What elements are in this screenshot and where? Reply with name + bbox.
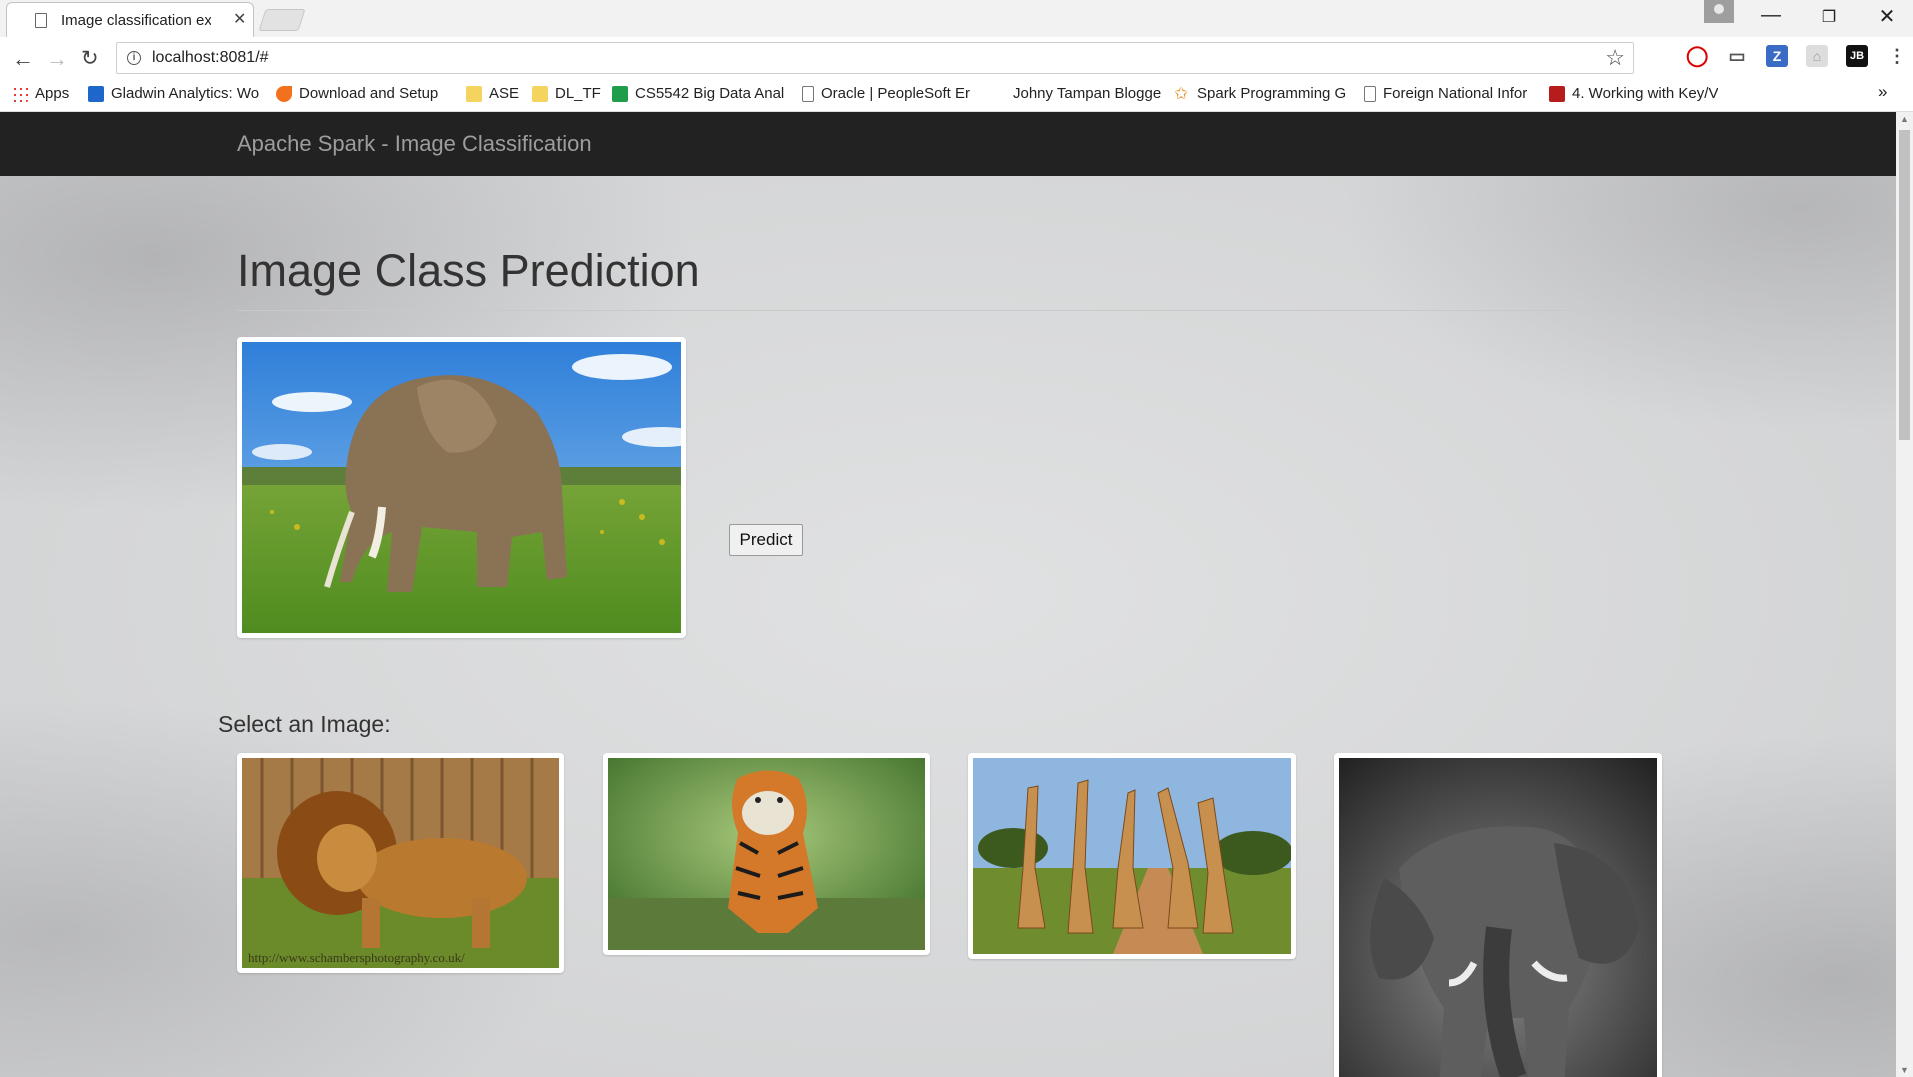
- selected-image-preview: [237, 337, 686, 638]
- profile-avatar-icon[interactable]: [1704, 0, 1734, 23]
- opera-icon[interactable]: ◯: [1686, 45, 1708, 67]
- image-option-elephant[interactable]: [1334, 753, 1662, 1077]
- folder-icon: [532, 85, 548, 102]
- giraffes-photo: [973, 758, 1291, 954]
- info-icon[interactable]: i: [127, 51, 141, 65]
- bookmark-download-setup[interactable]: Download and Setup: [276, 85, 438, 102]
- bookmark-johny[interactable]: Johny Tampan Blogge: [990, 85, 1161, 102]
- cast-icon[interactable]: ▭: [1726, 45, 1748, 67]
- predict-button[interactable]: Predict: [729, 524, 803, 556]
- browser-tab[interactable]: Image classification exam ✕: [6, 2, 254, 37]
- zotero-icon[interactable]: Z: [1766, 45, 1788, 67]
- page-viewport: Apache Spark - Image Classification Imag…: [0, 112, 1896, 1077]
- bookmark-spark-programming[interactable]: ✩ Spark Programming G: [1174, 83, 1346, 103]
- bookmark-gladwin[interactable]: Gladwin Analytics: Wo: [88, 85, 259, 102]
- navbar-brand[interactable]: Apache Spark - Image Classification: [237, 131, 592, 157]
- image-option-lion[interactable]: http://www.schambersphotography.co.uk/: [237, 753, 564, 973]
- spark-logo-icon: [276, 85, 292, 102]
- sheets-icon: [612, 85, 628, 102]
- url-text[interactable]: localhost:8081/#: [152, 49, 269, 67]
- bookmark-oracle[interactable]: Oracle | PeopleSoft Er: [802, 85, 970, 102]
- elephant-photo: [242, 342, 681, 633]
- menu-kebab-icon[interactable]: ⋮: [1886, 45, 1908, 67]
- page-title: Image Class Prediction: [237, 245, 700, 296]
- bookmark-apps[interactable]: Apps: [12, 85, 69, 102]
- bookmarks-overflow-chevron-icon[interactable]: »: [1878, 82, 1887, 102]
- spark-star-icon: ✩: [1174, 83, 1189, 103]
- page-icon: [1364, 85, 1376, 102]
- restore-icon[interactable]: ❐: [1809, 7, 1849, 27]
- or-logo-icon: [1549, 85, 1565, 102]
- scroll-up-arrow-icon[interactable]: ▲: [1900, 114, 1909, 124]
- select-image-label: Select an Image:: [218, 711, 391, 737]
- top-navbar: Apache Spark - Image Classification: [0, 112, 1896, 176]
- tab-title: Image classification exam: [61, 12, 211, 29]
- page-scrollbar[interactable]: ▲ ▼: [1896, 112, 1913, 1077]
- page-icon: [802, 85, 814, 102]
- scroll-down-arrow-icon[interactable]: ▼: [1900, 1065, 1909, 1075]
- scroll-thumb[interactable]: [1899, 130, 1910, 440]
- bookmark-ase[interactable]: ASE: [466, 85, 519, 102]
- back-arrow-icon[interactable]: ←: [12, 46, 34, 72]
- bookmark-cs5542[interactable]: CS5542 Big Data Anal: [612, 85, 784, 102]
- apps-grid-icon: [12, 85, 28, 102]
- bookmark-star-icon[interactable]: ☆: [1605, 45, 1625, 71]
- lion-photo: http://www.schambersphotography.co.uk/: [242, 758, 559, 968]
- image-option-giraffes[interactable]: [968, 753, 1296, 959]
- forward-arrow-icon[interactable]: →: [46, 46, 68, 72]
- new-tab-button[interactable]: [258, 9, 306, 31]
- address-bar[interactable]: i localhost:8081/# ☆: [116, 42, 1634, 74]
- tiger-photo: [608, 758, 925, 950]
- jetbrains-icon[interactable]: JB: [1846, 45, 1868, 67]
- browser-toolbar: ← → ↻ i localhost:8081/# ☆ ◯ ▭ Z ⌂ JB ⋮: [0, 37, 1913, 79]
- title-divider: [237, 310, 1663, 311]
- bookmark-working-key[interactable]: 4. Working with Key/V: [1549, 85, 1718, 102]
- minimize-icon[interactable]: —: [1751, 4, 1791, 27]
- reload-icon[interactable]: ↻: [81, 46, 99, 71]
- close-tab-icon[interactable]: ✕: [233, 9, 246, 29]
- bookmark-dl-tf[interactable]: DL_TF: [532, 85, 601, 102]
- lion-photo-watermark: http://www.schambersphotography.co.uk/: [248, 950, 465, 965]
- close-window-icon[interactable]: ✕: [1867, 4, 1907, 29]
- image-option-tiger[interactable]: [603, 753, 930, 955]
- g-logo-icon: [88, 85, 104, 102]
- bw-elephant-photo: [1339, 758, 1657, 1077]
- page-icon: [35, 13, 47, 28]
- blank-icon: [990, 86, 1006, 102]
- bookmarks-bar: Apps Gladwin Analytics: Wo Download and …: [0, 79, 1913, 112]
- folder-icon: [466, 85, 482, 102]
- tab-strip: Image classification exam ✕ — ❐ ✕: [0, 0, 1913, 37]
- pdf-icon[interactable]: ⌂: [1806, 45, 1828, 67]
- bookmark-foreign-national[interactable]: Foreign National Infor: [1364, 85, 1527, 102]
